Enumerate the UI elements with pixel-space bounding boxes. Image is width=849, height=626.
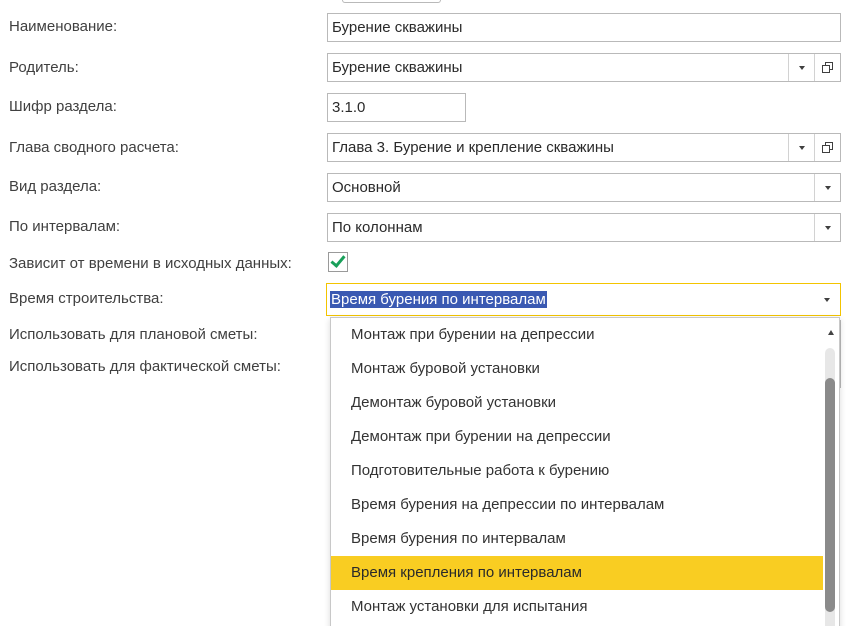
parent-label: Родитель: bbox=[9, 59, 79, 76]
name-field[interactable]: Бурение скважины bbox=[327, 13, 841, 42]
section-type-label: Вид раздела: bbox=[9, 178, 102, 195]
dropdown-option[interactable]: Демонтаж при бурении на депрессии bbox=[331, 420, 823, 454]
summary-chapter-value: Глава 3. Бурение и крепление скважины bbox=[332, 139, 614, 156]
field-edge bbox=[840, 320, 841, 388]
name-value: Бурение скважины bbox=[332, 19, 463, 36]
construction-time-select[interactable]: Время бурения по интервалам bbox=[326, 283, 841, 316]
section-type-dropdown-button[interactable] bbox=[814, 174, 840, 201]
summary-chapter-open-button[interactable] bbox=[814, 134, 840, 161]
chevron-down-icon bbox=[798, 65, 805, 70]
by-intervals-dropdown-button[interactable] bbox=[814, 214, 840, 241]
by-intervals-select[interactable]: По колоннам bbox=[327, 213, 841, 242]
construction-time-label: Время строительства: bbox=[9, 290, 164, 307]
section-type-select[interactable]: Основной bbox=[327, 173, 841, 202]
truncated-field bbox=[342, 0, 441, 3]
open-icon bbox=[821, 61, 834, 74]
section-code-label: Шифр раздела: bbox=[9, 98, 117, 115]
chevron-down-icon bbox=[824, 297, 830, 302]
dropdown-option[interactable]: Монтаж установки для испытания bbox=[331, 590, 823, 624]
name-label: Наименование: bbox=[9, 18, 118, 35]
construction-time-value[interactable]: Время бурения по интервалам bbox=[330, 291, 547, 308]
open-icon bbox=[821, 141, 834, 154]
dropdown-option[interactable]: Монтаж буровой установки bbox=[331, 352, 823, 386]
dropdown-option[interactable]: Время бурения по интервалам bbox=[331, 522, 823, 556]
section-code-value: 3.1.0 bbox=[332, 99, 366, 116]
summary-chapter-label: Глава сводного расчета: bbox=[9, 139, 179, 156]
checkmark-icon bbox=[330, 252, 346, 268]
section-code-field[interactable]: 3.1.0 bbox=[327, 93, 466, 122]
parent-dropdown-button[interactable] bbox=[788, 54, 814, 81]
use-planned-label: Использовать для плановой сметы: bbox=[9, 326, 258, 343]
chevron-down-icon bbox=[824, 185, 831, 190]
dropdown-option[interactable]: Монтаж при бурении на депрессии bbox=[331, 318, 823, 352]
chevron-down-icon bbox=[798, 145, 805, 150]
scroll-up-arrow-icon[interactable] bbox=[828, 330, 834, 335]
scrollbar-thumb[interactable] bbox=[825, 378, 835, 612]
dropdown-option[interactable]: Подготовительные работа к бурению bbox=[331, 454, 823, 488]
parent-field[interactable]: Бурение скважины bbox=[327, 53, 841, 82]
dropdown-option[interactable]: Время бурения на депрессии по интервалам bbox=[331, 488, 823, 522]
form-page: Наименование: Бурение скважины Родитель:… bbox=[0, 0, 849, 626]
parent-value: Бурение скважины bbox=[332, 59, 463, 76]
construction-time-dropdown-list[interactable]: Монтаж при бурении на депрессии Монтаж б… bbox=[330, 317, 840, 626]
use-actual-label: Использовать для фактической сметы: bbox=[9, 358, 281, 375]
by-intervals-value: По колоннам bbox=[332, 219, 423, 236]
summary-chapter-field[interactable]: Глава 3. Бурение и крепление скважины bbox=[327, 133, 841, 162]
time-dependent-checkbox[interactable] bbox=[328, 252, 348, 272]
section-type-value: Основной bbox=[332, 179, 401, 196]
by-intervals-label: По интервалам: bbox=[9, 218, 121, 235]
time-dependent-label: Зависит от времени в исходных данных: bbox=[9, 255, 292, 272]
chevron-down-icon bbox=[824, 225, 831, 230]
construction-time-dropdown-button[interactable] bbox=[814, 284, 840, 315]
dropdown-option[interactable]: Демонтаж буровой установки bbox=[331, 386, 823, 420]
dropdown-option-highlighted[interactable]: Время крепления по интервалам bbox=[331, 556, 823, 590]
summary-chapter-dropdown-button[interactable] bbox=[788, 134, 814, 161]
parent-open-button[interactable] bbox=[814, 54, 840, 81]
